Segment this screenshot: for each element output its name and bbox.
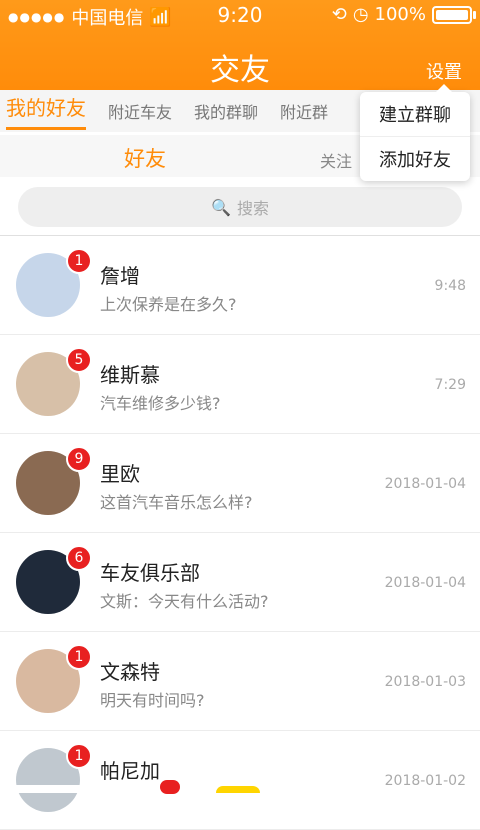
tab-my-friends[interactable]: 我的好友 bbox=[6, 92, 86, 130]
last-message: 汽车维修多少钱? bbox=[100, 394, 221, 413]
unread-badge: 1 bbox=[66, 644, 92, 670]
message-time: 9:48 bbox=[434, 278, 466, 294]
header: ●●●●● 中国电信 📶 9:20 ⟲ ◷ 100% 交友 设置 bbox=[0, 0, 480, 90]
last-message: 明天有时间吗? bbox=[100, 691, 205, 710]
list-item[interactable]: 6 车友俱乐部 文斯：今天有什么活动? 2018-01-04 bbox=[0, 533, 480, 632]
unread-badge: 9 bbox=[66, 446, 92, 472]
last-message: 这首汽车音乐怎么样? bbox=[100, 493, 253, 512]
last-message: 文斯：今天有什么活动? bbox=[100, 592, 269, 611]
center-tab-button[interactable] bbox=[216, 786, 260, 793]
create-group-item[interactable]: 建立群聊 bbox=[360, 92, 470, 136]
notification-dot bbox=[160, 780, 180, 794]
search-icon: 🔍 bbox=[211, 197, 231, 217]
list-item[interactable]: 9 里欧 这首汽车音乐怎么样? 2018-01-04 bbox=[0, 434, 480, 533]
contact-name: 维斯慕 bbox=[100, 363, 160, 387]
search-input[interactable]: 🔍 搜索 bbox=[18, 187, 462, 227]
list-item[interactable]: 1 文森特 明天有时间吗? 2018-01-03 bbox=[0, 632, 480, 731]
alarm-icon: ◷ bbox=[352, 4, 369, 25]
settings-button[interactable]: 设置 bbox=[426, 58, 462, 84]
status-bar: ●●●●● 中国电信 📶 9:20 ⟲ ◷ 100% bbox=[0, 0, 480, 30]
contact-name: 帕尼加 bbox=[100, 759, 160, 783]
page-title: 交友 bbox=[210, 53, 270, 88]
message-time: 2018-01-04 bbox=[384, 575, 466, 591]
list-item[interactable]: 1 帕尼加 2018-01-02 bbox=[0, 731, 480, 830]
unread-badge: 6 bbox=[66, 545, 92, 571]
unread-badge: 5 bbox=[66, 347, 92, 373]
contact-name: 里欧 bbox=[100, 462, 140, 486]
subtab-follow[interactable]: 关注 bbox=[320, 148, 352, 172]
unread-badge: 1 bbox=[66, 743, 92, 769]
message-time: 2018-01-03 bbox=[384, 674, 466, 690]
message-time: 2018-01-04 bbox=[384, 476, 466, 492]
contact-name: 文森特 bbox=[100, 660, 160, 684]
battery-percent: 100% bbox=[374, 4, 426, 25]
list-item[interactable]: 1 詹增 上次保养是在多久? 9:48 bbox=[0, 236, 480, 335]
message-time: 7:29 bbox=[434, 377, 466, 393]
orientation-lock-icon: ⟲ bbox=[331, 4, 347, 25]
subtab-friends[interactable]: 好友 bbox=[124, 143, 166, 173]
contact-name: 车友俱乐部 bbox=[100, 561, 200, 585]
contact-name: 詹增 bbox=[100, 264, 140, 288]
add-friend-item[interactable]: 添加好友 bbox=[360, 136, 470, 181]
list-item[interactable]: 5 维斯慕 汽车维修多少钱? 7:29 bbox=[0, 335, 480, 434]
contact-list: 1 詹增 上次保养是在多久? 9:48 5 维斯慕 汽车维修多少钱? 7:29 … bbox=[0, 236, 480, 830]
battery-icon bbox=[432, 5, 476, 24]
tab-nearby-friends[interactable]: 附近车友 bbox=[108, 99, 172, 123]
tab-my-groups[interactable]: 我的群聊 bbox=[194, 99, 258, 123]
unread-badge: 1 bbox=[66, 248, 92, 274]
settings-dropdown: 建立群聊 添加好友 bbox=[360, 84, 470, 181]
last-message: 上次保养是在多久? bbox=[100, 295, 237, 314]
tab-nearby-groups[interactable]: 附近群 bbox=[280, 99, 328, 123]
search-placeholder: 搜索 bbox=[236, 199, 269, 218]
